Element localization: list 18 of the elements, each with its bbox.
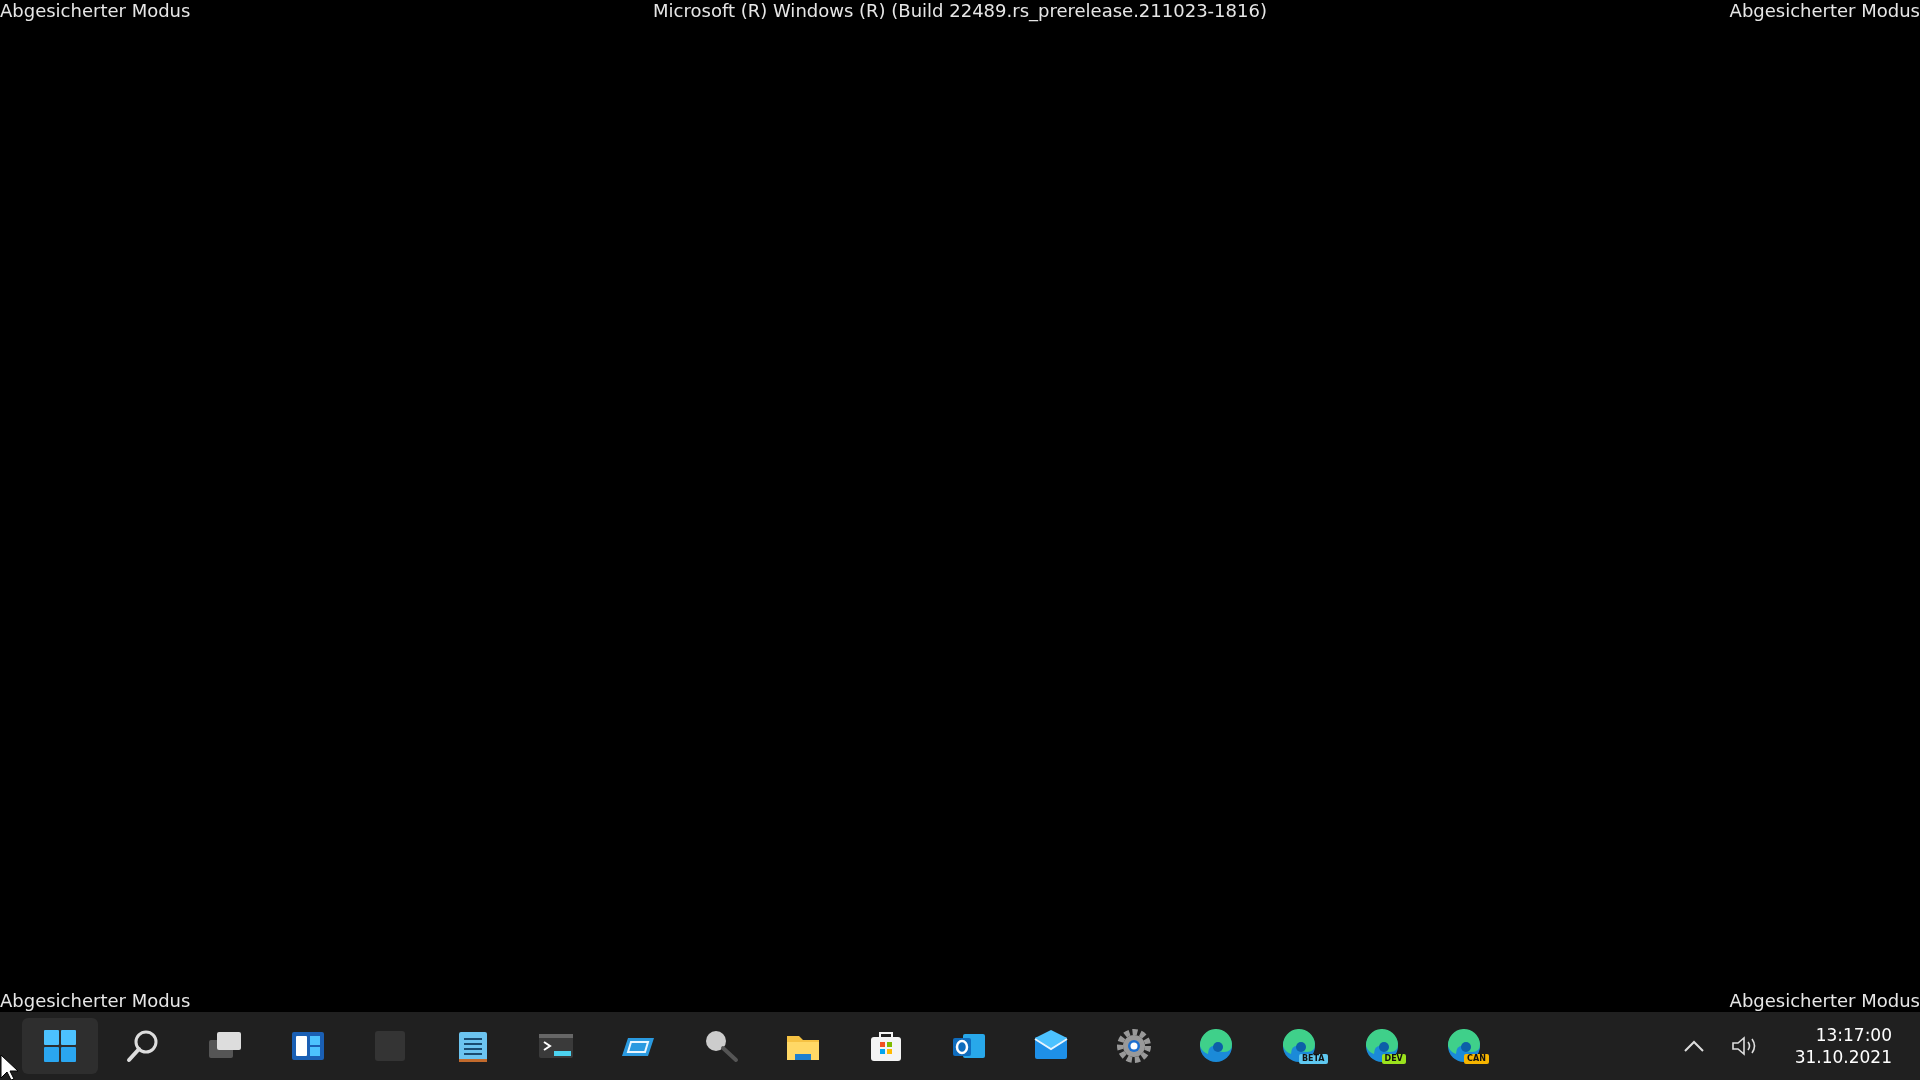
clock-time: 13:17:00 [1814,1024,1892,1046]
channel-badge: DEV [1381,1054,1406,1064]
taskbar-edge-button[interactable]: BETA [1260,1018,1337,1074]
clock-date: 31.10.2021 [1794,1046,1892,1068]
taskbar-start-button[interactable] [22,1018,98,1074]
safe-mode-label: Abgesicherter Modus [0,990,191,1012]
safe-mode-label: Abgesicherter Modus [1729,990,1920,1012]
taskbar-edge-button[interactable]: CAN [1426,1018,1503,1074]
channel-badge: BETA [1298,1054,1328,1064]
build-info-text: Microsoft (R) Windows (R) (Build 22489.rs_prerelease.211023-1816) [653,0,1267,22]
channel-badge: CAN [1464,1054,1489,1064]
chevron-up-icon [1682,1039,1705,1053]
safe-mode-label: Abgesicherter Modus [1729,0,1920,22]
windows-logo-icon [42,1028,78,1064]
taskbar-edge-button[interactable]: DEV [1343,1018,1420,1074]
safe-mode-label: Abgesicherter Modus [0,0,191,22]
settings-icon [1115,1028,1152,1064]
edge-browser-icon [1198,1028,1235,1064]
